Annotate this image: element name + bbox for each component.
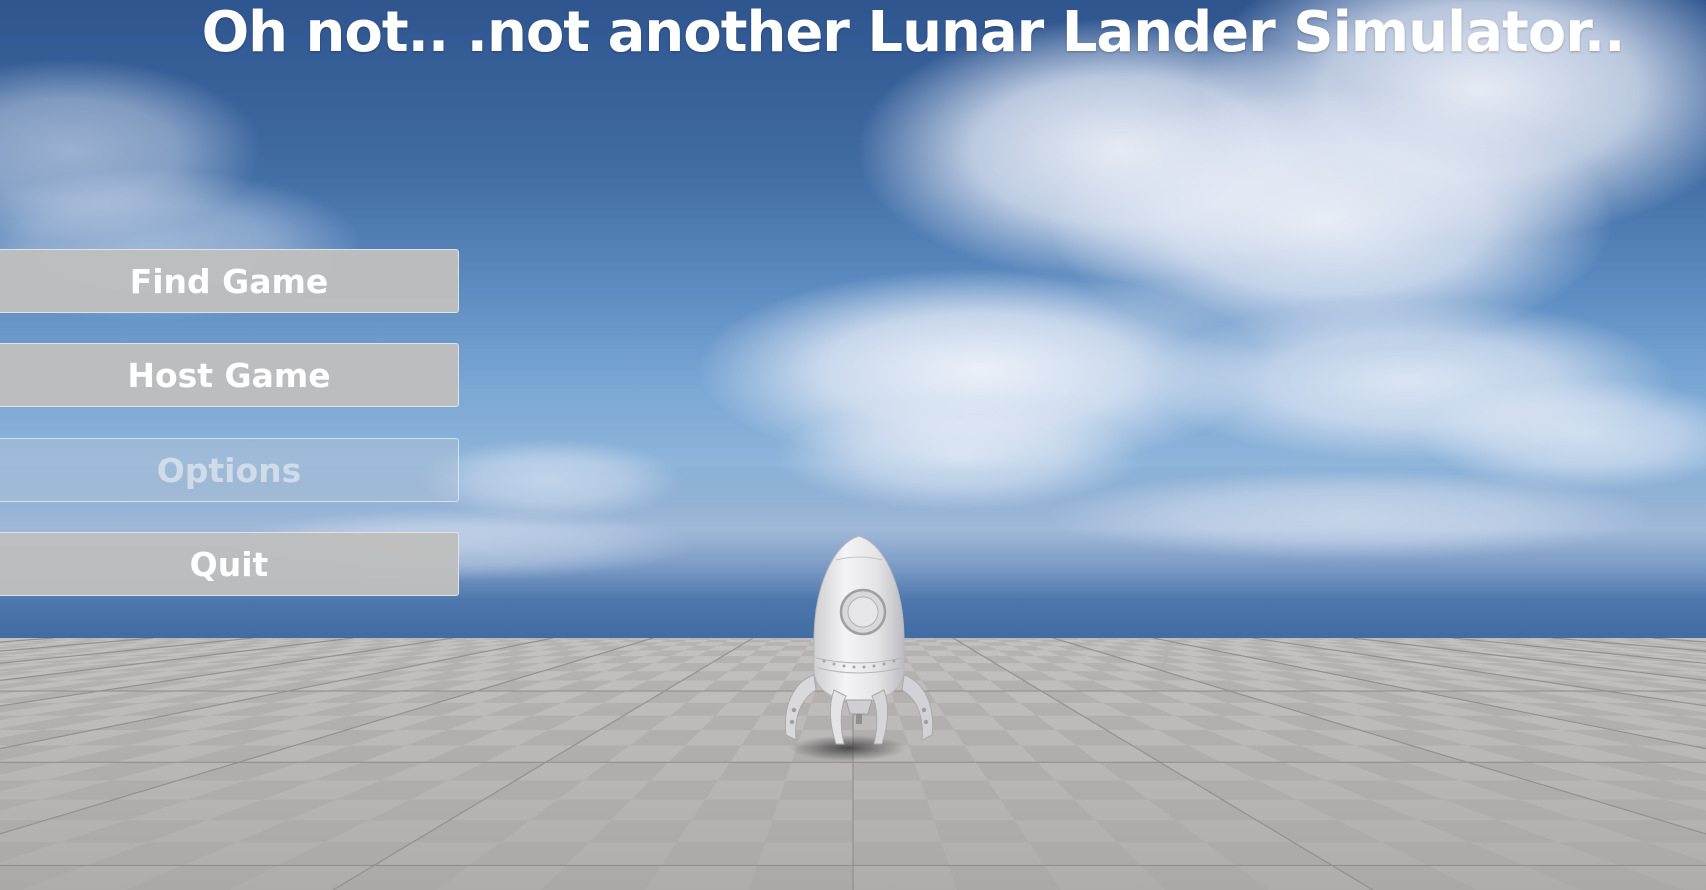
floor-tile	[1014, 638, 1039, 640]
floor-tile	[691, 799, 780, 821]
quit-button[interactable]: Quit	[0, 532, 459, 596]
floor-tile	[749, 865, 853, 890]
floor-tile	[973, 638, 998, 640]
floor-tile	[933, 820, 1030, 843]
floor-tile	[948, 865, 1061, 890]
rocket-shadow	[790, 735, 906, 761]
rocket-model	[770, 530, 950, 770]
floor-tile	[729, 638, 753, 640]
rocket-right-fin	[901, 674, 934, 741]
floor-tile	[920, 780, 1001, 800]
find-game-button[interactable]: Find Game	[0, 249, 459, 313]
host-game-button[interactable]: Host Game	[0, 343, 459, 407]
floor-tile	[764, 820, 853, 843]
floor-tile	[688, 638, 713, 640]
floor-tile	[661, 842, 765, 866]
floor-tile	[779, 780, 853, 800]
floor-tile	[853, 842, 949, 866]
rocket-left-fin	[784, 674, 817, 741]
rocket-nozzle	[845, 699, 873, 715]
game-title: Oh not.. .not another Lunar Lander Simul…	[201, 0, 1626, 65]
floor-tile	[853, 799, 934, 821]
options-button[interactable]: Options	[0, 438, 459, 502]
